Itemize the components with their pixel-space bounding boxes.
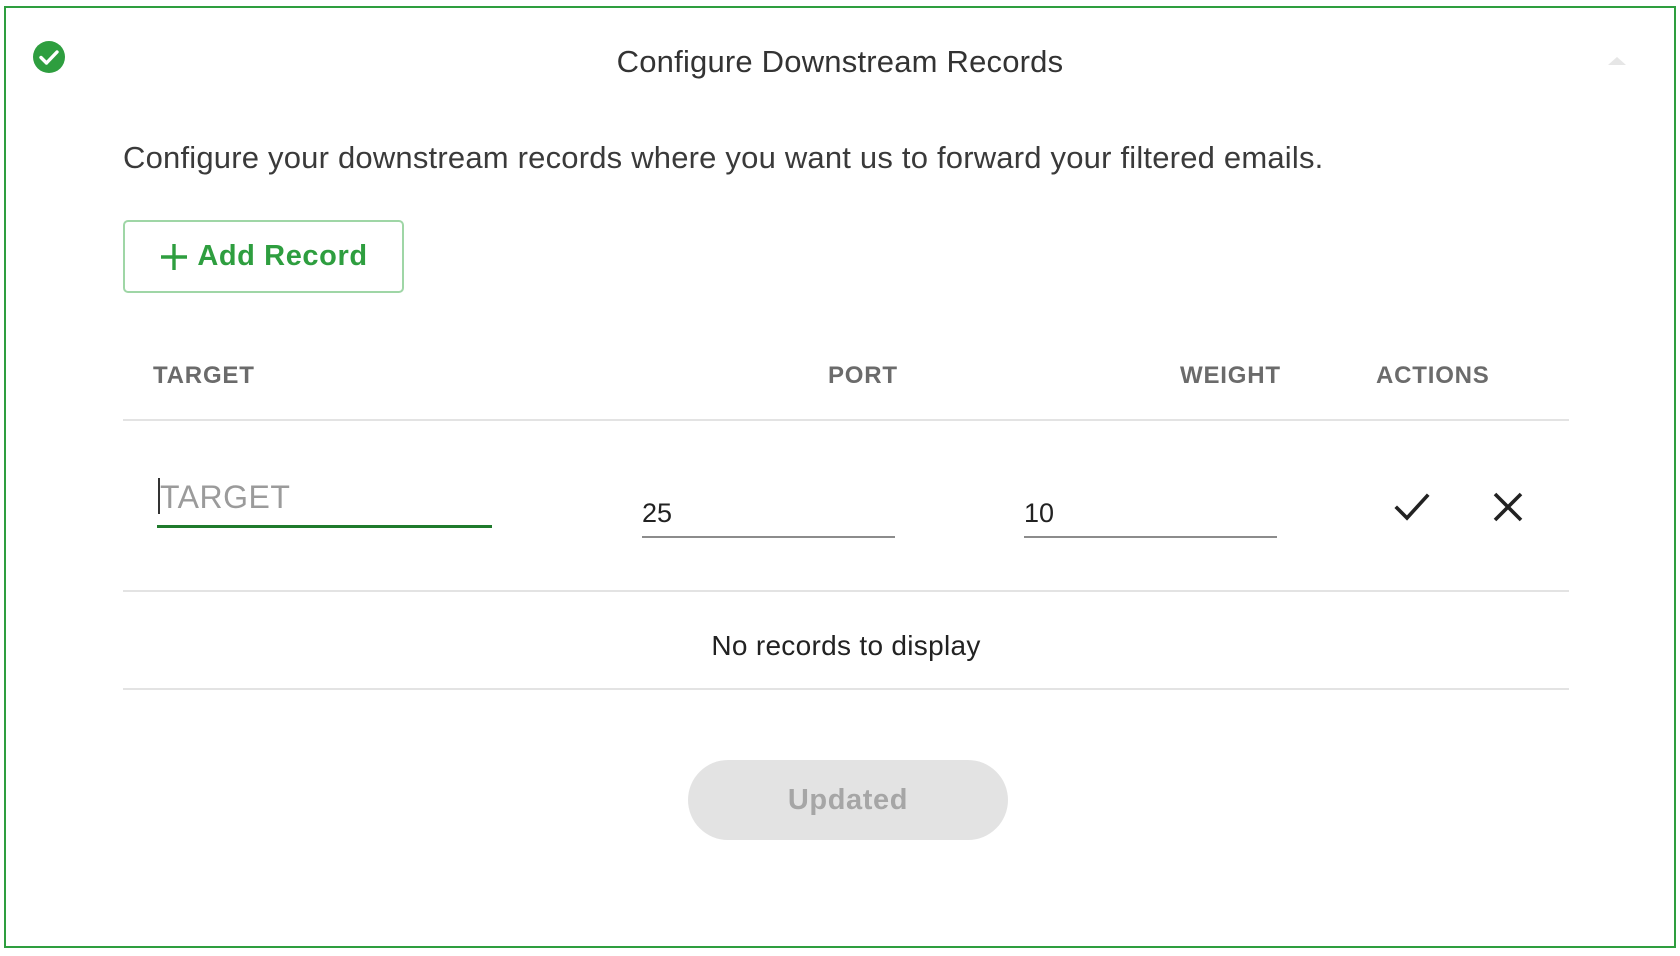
weight-input[interactable]	[1024, 490, 1277, 538]
column-header-port: PORT	[828, 362, 898, 389]
close-icon[interactable]	[1488, 487, 1528, 527]
plus-icon	[161, 243, 188, 270]
column-header-weight: WEIGHT	[1180, 362, 1281, 389]
updated-button[interactable]: Updated	[688, 760, 1008, 840]
check-icon[interactable]	[1392, 487, 1432, 527]
port-input[interactable]	[642, 490, 895, 538]
panel-title: Configure Downstream Records	[616, 44, 1064, 79]
add-record-button[interactable]: Add Record	[123, 220, 404, 293]
chevron-up-icon[interactable]	[1606, 54, 1628, 66]
downstream-records-panel: Configure Downstream Records Configure y…	[4, 6, 1676, 948]
column-header-target: TARGET	[153, 362, 255, 389]
target-input[interactable]	[157, 470, 492, 528]
column-header-actions: ACTIONS	[1376, 362, 1490, 389]
row-divider	[123, 590, 1569, 592]
empty-table-message: No records to display	[711, 630, 981, 661]
add-record-label: Add Record	[197, 240, 368, 272]
panel-description: Configure your downstream records where …	[123, 140, 1324, 175]
footer-divider	[123, 688, 1569, 690]
header-divider	[123, 419, 1569, 421]
text-caret	[158, 478, 160, 514]
